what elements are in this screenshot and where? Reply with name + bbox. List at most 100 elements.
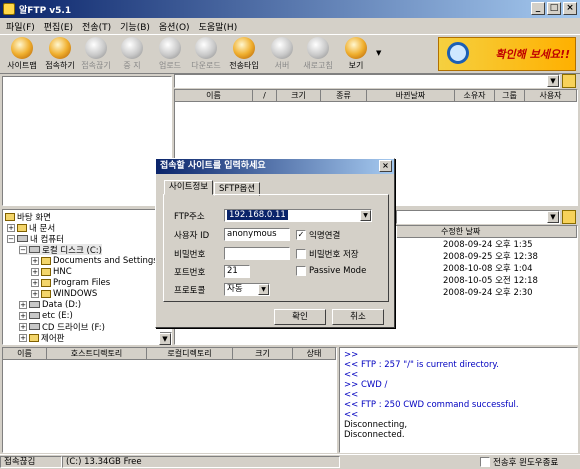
connect-button[interactable]: 접속하기 — [40, 36, 80, 73]
tab-site-info[interactable]: 사이트정보 — [164, 180, 214, 195]
passive-mode-checkbox[interactable]: Passive Mode — [296, 266, 366, 276]
collapse-icon[interactable]: − — [7, 234, 15, 243]
sitemap-icon — [11, 37, 33, 59]
view-icon — [345, 37, 367, 59]
tree-item-documents-and-settings[interactable]: + Documents and Settings — [31, 255, 158, 266]
chevron-down-icon[interactable]: ▼ — [159, 333, 171, 345]
remote-path-combo[interactable]: ▼ — [174, 74, 560, 88]
protocol-select[interactable]: 자동 ▼ — [224, 283, 270, 296]
control-panel-icon — [29, 333, 39, 342]
tree-item-program-files[interactable]: + Program Files — [31, 277, 110, 288]
expand-icon[interactable]: + — [19, 300, 27, 309]
local-row-date[interactable]: 2008-09-24 오후 2:30 — [443, 286, 533, 298]
tree-item-data-d[interactable]: + Data (D:) — [19, 299, 81, 310]
collapse-icon[interactable]: − — [19, 245, 27, 254]
menu-help[interactable]: 도움말(H) — [199, 20, 238, 33]
view-button[interactable]: 보기 — [336, 36, 376, 73]
tree-item-etc-e[interactable]: + etc (E:) — [19, 310, 73, 321]
tree-item-my-documents[interactable]: + 내 문서 — [7, 222, 55, 234]
expand-icon[interactable]: + — [31, 267, 39, 276]
minimize-button[interactable]: _ — [531, 2, 545, 15]
view-dropdown-arrow-icon[interactable]: ▼ — [376, 49, 381, 57]
dialog-close-icon[interactable]: × — [379, 160, 392, 172]
ok-button[interactable]: 확인 — [274, 309, 326, 325]
local-row-date[interactable]: 2008-09-24 오후 1:35 — [443, 238, 533, 250]
local-row-date[interactable]: 2008-10-05 오전 12:18 — [443, 274, 538, 286]
user-id-input[interactable]: anonymous — [224, 228, 290, 241]
local-row-date[interactable]: 2008-09-25 오후 12:38 — [443, 250, 538, 262]
server-button[interactable]: 서버 — [262, 36, 302, 73]
auto-close-checkbox[interactable]: 전송후 윈도우종료 — [480, 456, 558, 468]
expand-icon[interactable]: + — [19, 333, 27, 342]
port-input[interactable]: 21 — [224, 265, 250, 278]
tree-scroll-down[interactable]: ▼ — [159, 332, 172, 345]
close-button[interactable]: × — [563, 2, 577, 15]
chevron-down-icon[interactable]: ▼ — [360, 210, 371, 221]
log-line: Disconnected. — [344, 430, 405, 440]
remote-col-name[interactable]: 이름 — [175, 90, 253, 102]
menu-function[interactable]: 기능(B) — [120, 20, 150, 33]
download-button[interactable]: 다운로드 — [186, 36, 226, 73]
local-folder-icon[interactable] — [562, 210, 576, 224]
expand-icon[interactable]: + — [31, 278, 39, 287]
sitemap-button[interactable]: 사이트맵 — [2, 36, 42, 73]
disconnect-button[interactable]: 접속끊기 — [76, 36, 116, 73]
expand-icon[interactable]: + — [7, 223, 15, 232]
tree-item-cd-drive-f[interactable]: + CD 드라이브 (F:) — [19, 321, 105, 333]
local-path-combo[interactable]: ▼ — [396, 210, 560, 224]
local-row-date[interactable]: 2008-10-08 오후 1:04 — [443, 262, 533, 274]
menu-transfer[interactable]: 전송(T) — [82, 20, 111, 33]
queue-col-size[interactable]: 크기 — [233, 348, 293, 360]
chevron-down-icon[interactable]: ▼ — [258, 284, 269, 295]
tree-item-windows[interactable]: + WINDOWS — [31, 288, 97, 299]
app-icon — [3, 3, 15, 15]
promo-banner[interactable]: 확인해 보세요!! — [438, 37, 576, 71]
remote-col-type[interactable]: 종류 — [321, 90, 367, 102]
chevron-down-icon[interactable]: ▼ — [547, 75, 559, 87]
local-col-date[interactable]: 수정한 날짜 — [397, 226, 577, 238]
queue-col-host-dir[interactable]: 호스트디렉토리 — [47, 348, 147, 360]
expand-icon[interactable]: + — [19, 311, 27, 320]
remote-col-size[interactable]: 크기 — [277, 90, 321, 102]
tree-item-control-panel[interactable]: + 제어판 — [19, 332, 64, 344]
log-line: >> — [344, 350, 359, 360]
anonymous-checkbox[interactable]: ✓ 익명연결 — [296, 229, 340, 241]
queue-col-name[interactable]: 이름 — [3, 348, 47, 360]
remote-col-user[interactable]: 사용자 — [525, 90, 577, 102]
expand-icon[interactable]: + — [31, 256, 39, 265]
password-input[interactable] — [224, 247, 290, 260]
tree-item-local-disk-c[interactable]: − 로컬 디스크 (C:) — [19, 244, 102, 256]
desktop-icon — [5, 212, 15, 221]
remote-col-owner[interactable]: 소유자 — [455, 90, 495, 102]
transfer-type-button[interactable]: 전송타입 — [224, 36, 264, 73]
tree-item-hnc[interactable]: + HNC — [31, 266, 72, 277]
remote-folder-icon[interactable] — [562, 74, 576, 88]
folder-icon — [41, 278, 51, 287]
cancel-button[interactable]: 취소 — [332, 309, 384, 325]
refresh-button[interactable]: 새로고침 — [298, 36, 338, 73]
ftp-address-input[interactable]: 192.168.0.11 ▼ — [224, 209, 372, 222]
stop-button[interactable]: 중 지 — [112, 36, 152, 73]
tree-item-desktop[interactable]: 바탕 화면 — [5, 211, 51, 223]
remote-col-sort[interactable]: / — [253, 90, 277, 102]
queue-col-local-dir[interactable]: 로컬디렉토리 — [147, 348, 233, 360]
expand-icon[interactable]: + — [19, 322, 27, 331]
menu-file[interactable]: 파일(F) — [6, 20, 35, 33]
menu-bar: 파일(F) 편집(E) 전송(T) 기능(B) 옵션(O) 도움말(H) — [0, 18, 580, 34]
cd-drive-icon — [29, 323, 40, 330]
tree-item-my-computer[interactable]: − 내 컴퓨터 — [7, 233, 64, 245]
transfer-queue[interactable]: 이름 호스트디렉토리 로컬디렉토리 크기 상태 — [2, 347, 337, 453]
log-panel[interactable]: >> << FTP : 257 "/" is current directory… — [339, 347, 578, 453]
remote-col-date[interactable]: 바뀐날짜 — [367, 90, 455, 102]
queue-col-status[interactable]: 상태 — [293, 348, 336, 360]
chevron-down-icon[interactable]: ▼ — [547, 211, 559, 223]
menu-edit[interactable]: 편집(E) — [44, 20, 73, 33]
log-line: << FTP : 250 CWD command successful. — [344, 400, 519, 410]
maximize-button[interactable]: □ — [547, 2, 561, 15]
expand-icon[interactable]: + — [31, 289, 39, 298]
remote-col-group[interactable]: 그룹 — [495, 90, 525, 102]
local-tree[interactable]: 바탕 화면 + 내 문서 − 내 컴퓨터 − 로컬 디스크 (C:) + Documen… — [2, 209, 172, 345]
menu-options[interactable]: 옵션(O) — [159, 20, 190, 33]
upload-button[interactable]: 업로드 — [150, 36, 190, 73]
save-password-checkbox[interactable]: 비밀번호 저장 — [296, 248, 359, 260]
